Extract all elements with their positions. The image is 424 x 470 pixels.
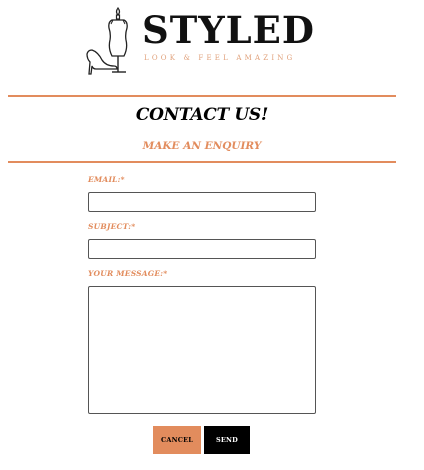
subject-field[interactable] — [88, 239, 316, 259]
page-subtitle: MAKE AN ENQUIRY — [142, 140, 262, 152]
brand-tagline: LOOK & FEEL AMAZING — [144, 54, 296, 62]
brand-name: STYLED — [142, 8, 315, 52]
subject-label: SUBJECT:* — [88, 222, 136, 231]
header-divider-bottom — [8, 161, 396, 163]
header-divider-top — [8, 95, 396, 97]
message-textarea[interactable] — [88, 286, 316, 414]
brand-logo[interactable]: STYLED LOOK & FEEL AMAZING — [84, 4, 314, 78]
page-title: CONTACT US! — [135, 105, 269, 125]
message-label: YOUR MESSAGE:* — [88, 269, 168, 278]
email-field[interactable] — [88, 192, 316, 212]
email-label: EMAIL:* — [88, 175, 125, 184]
mannequin-heel-icon — [86, 6, 128, 75]
send-button[interactable]: SEND — [204, 426, 250, 454]
cancel-button[interactable]: CANCEL — [153, 426, 201, 454]
